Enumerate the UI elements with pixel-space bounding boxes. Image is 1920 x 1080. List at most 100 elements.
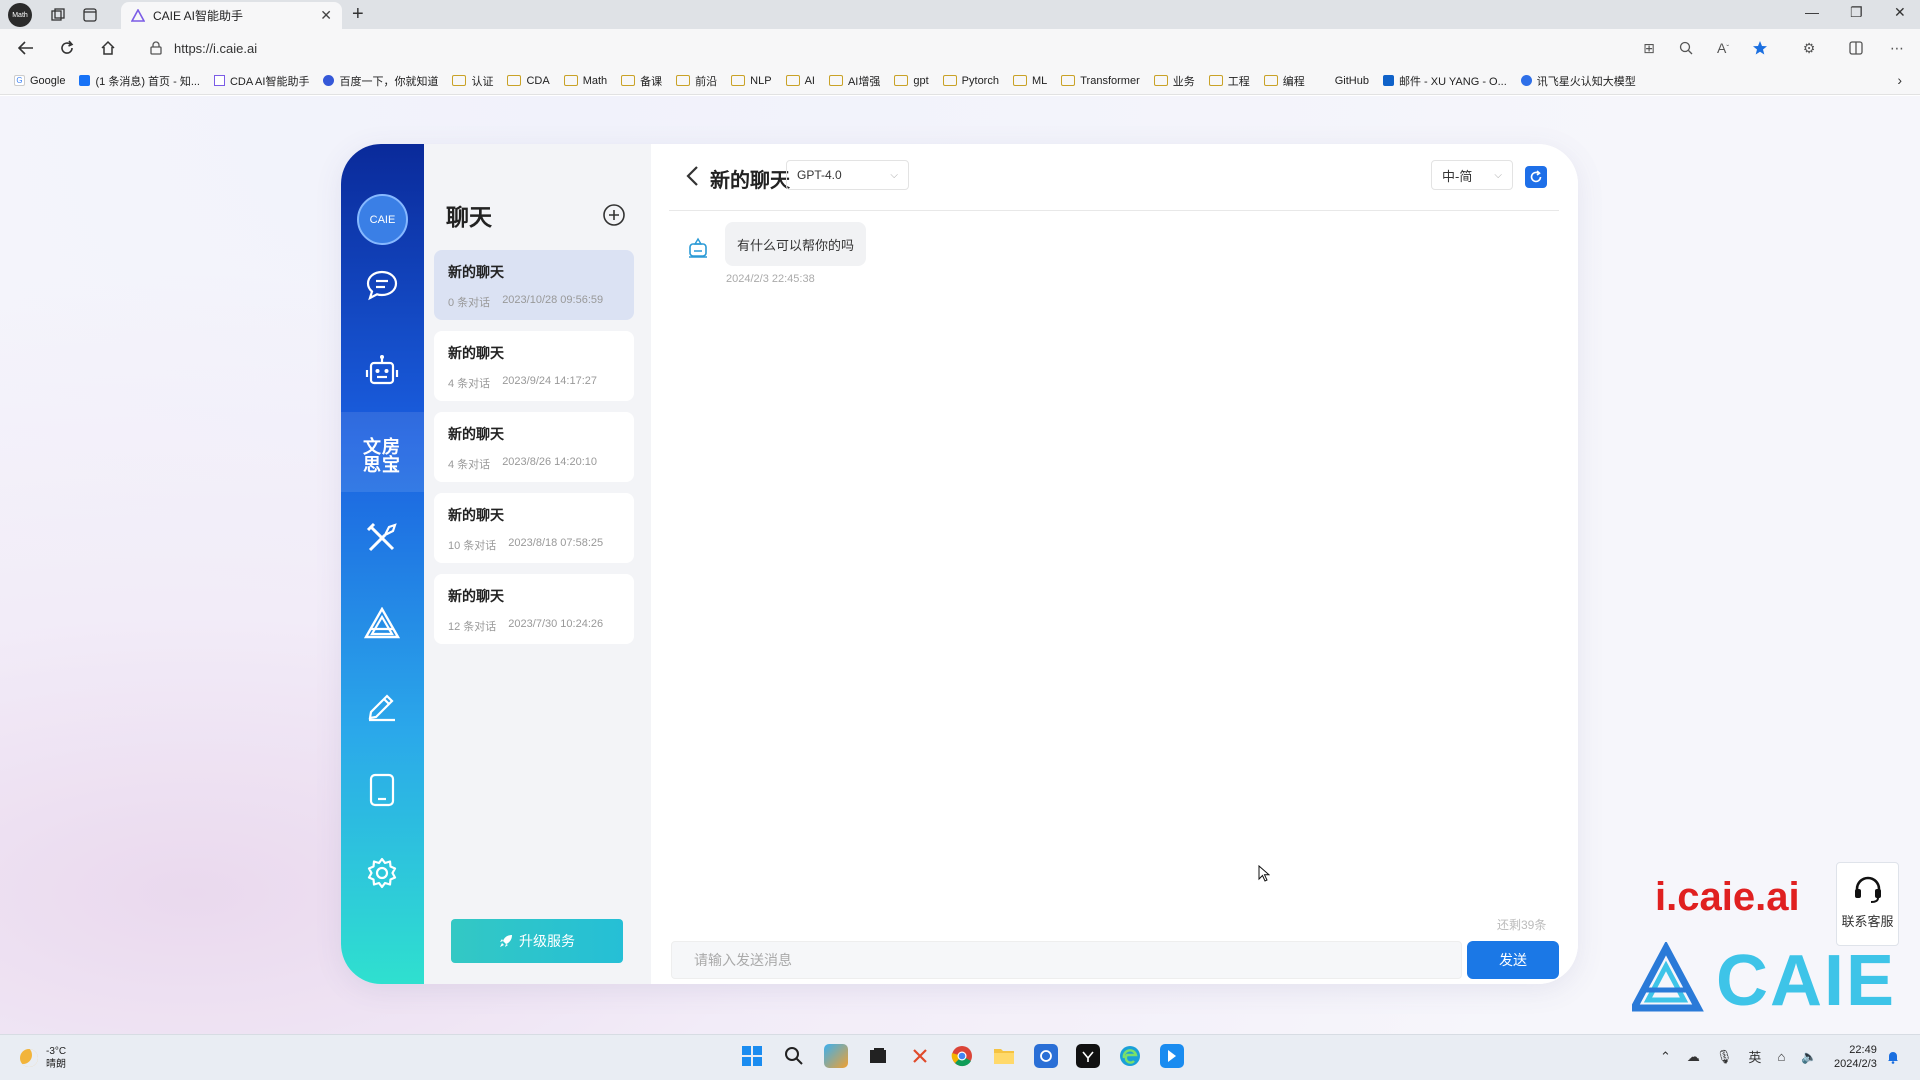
bookmark-item[interactable]: GitHub	[1318, 75, 1369, 87]
windows-start-icon[interactable]	[740, 1044, 764, 1068]
bookmarks-more-icon[interactable]: ›	[1897, 72, 1902, 88]
weather-widget[interactable]: -3°C 晴朗	[20, 1045, 66, 1071]
bookmark-item[interactable]: (1 条消息) 首页 - 知...	[79, 73, 200, 89]
bookmark-folder[interactable]: 工程	[1208, 73, 1250, 89]
bookmark-folder[interactable]: CDA	[507, 75, 550, 87]
bookmark-folder[interactable]: Pytorch	[942, 75, 999, 87]
tab-actions-icon[interactable]	[79, 4, 101, 26]
bookmark-folder[interactable]: 备课	[621, 73, 662, 89]
volume-icon[interactable]: 🔈	[1801, 1049, 1817, 1065]
search-icon[interactable]	[782, 1044, 806, 1068]
browser-tab[interactable]: CAIE AI智能助手 ✕	[121, 2, 342, 29]
robot-icon[interactable]	[363, 352, 401, 390]
bookmark-item[interactable]: 百度一下，你就知道	[323, 73, 438, 89]
bookmark-folder[interactable]: 认证	[452, 73, 493, 89]
restore-icon[interactable]: ❐	[1850, 4, 1863, 21]
chat-list-item-active[interactable]: 新的聊天 0 条对话 2023/10/28 09:56:59	[434, 250, 634, 320]
home-icon[interactable]	[98, 38, 118, 58]
send-button[interactable]: 发送	[1467, 941, 1559, 979]
task-view-icon[interactable]	[866, 1044, 890, 1068]
terminal-app-icon[interactable]	[1076, 1044, 1100, 1068]
network-icon[interactable]: ⌂	[1777, 1049, 1785, 1064]
settings-gear-icon[interactable]	[363, 854, 401, 892]
reload-icon[interactable]	[57, 38, 77, 58]
bookmark-folder[interactable]: Math	[563, 75, 607, 87]
window-close-icon[interactable]: ✕	[1894, 4, 1906, 21]
caie-logo-icon[interactable]	[363, 604, 401, 642]
pinned-app-icon[interactable]	[1160, 1044, 1184, 1068]
chat-list-item[interactable]: 新的聊天 10 条对话 2023/8/18 07:58:25	[434, 493, 634, 563]
file-explorer-icon[interactable]	[992, 1044, 1016, 1068]
tab-close-icon[interactable]: ✕	[320, 7, 332, 24]
folder-icon	[828, 75, 843, 86]
taskbar-clock[interactable]: 22:49 2024/2/3	[1834, 1043, 1877, 1071]
copilot-icon[interactable]	[824, 1044, 848, 1068]
bookmark-item[interactable]: CDA AI智能助手	[213, 73, 309, 89]
bookmark-folder[interactable]: AI	[785, 75, 815, 87]
ime-indicator[interactable]: 英	[1748, 1047, 1761, 1066]
bookmark-item[interactable]: 邮件 - XU YANG - O...	[1383, 73, 1507, 89]
bookmark-folder[interactable]: 业务	[1153, 73, 1195, 89]
message-timestamp: 2024/2/3 22:45:38	[726, 273, 815, 285]
chat-app: CAIE 文房 思宝 聊天 新的聊天 0 条对话 2023/10/28 09:5…	[341, 144, 1578, 984]
rocket-icon	[500, 935, 512, 947]
bookmark-folder[interactable]: gpt	[894, 75, 929, 87]
refresh-button[interactable]	[1525, 166, 1547, 188]
new-tab-button[interactable]: +	[352, 3, 364, 26]
chevron-left-icon[interactable]	[683, 164, 703, 188]
minimize-icon[interactable]: —	[1805, 4, 1819, 20]
mobile-icon[interactable]	[363, 771, 401, 809]
upgrade-service-button[interactable]: 升级服务	[451, 919, 623, 963]
mail-app-icon[interactable]	[1034, 1044, 1058, 1068]
snipping-tool-icon[interactable]	[908, 1044, 932, 1068]
split-screen-icon[interactable]	[1847, 39, 1865, 57]
folder-icon	[1061, 75, 1076, 86]
read-aloud-icon[interactable]: Aˇ	[1714, 39, 1732, 57]
bookmark-folder[interactable]: Transformer	[1061, 75, 1140, 87]
microphone-icon[interactable]: 🎙	[1716, 1049, 1733, 1065]
favorite-star-icon[interactable]	[1751, 39, 1769, 57]
more-menu-icon[interactable]: ⋯	[1888, 39, 1906, 57]
chat-list-item[interactable]: 新的聊天 4 条对话 2023/8/26 14:20:10	[434, 412, 634, 482]
bookmark-item[interactable]: 讯飞星火认知大模型	[1520, 73, 1636, 89]
model-select[interactable]: GPT-4.0 ⌵	[786, 160, 909, 190]
bookmark-item[interactable]: G Google	[14, 75, 65, 87]
tray-chevron-up-icon[interactable]: ⌃	[1660, 1049, 1671, 1065]
profile-button[interactable]: Math	[8, 3, 32, 27]
language-select[interactable]: 中-简 ⌵	[1431, 160, 1513, 190]
add-chat-icon[interactable]	[602, 203, 626, 227]
wenfang-sibao-icon[interactable]: 文房 思宝	[355, 436, 409, 476]
chat-header: 新的聊天 GPT-4.0 ⌵ 中-简 ⌵	[669, 144, 1559, 211]
avatar[interactable]: CAIE	[357, 194, 408, 245]
tab-title: CAIE AI智能助手	[153, 9, 244, 23]
edge-browser-icon[interactable]	[1118, 1044, 1142, 1068]
bookmark-folder[interactable]: AI增强	[828, 73, 880, 89]
tools-icon[interactable]	[363, 519, 401, 557]
chat-list-item[interactable]: 新的聊天 12 条对话 2023/7/30 10:24:26	[434, 574, 634, 644]
bookmark-folder[interactable]: ML	[1012, 75, 1047, 87]
chat-bubble-icon[interactable]	[363, 266, 401, 304]
chrome-icon[interactable]	[950, 1044, 974, 1068]
message-input[interactable]: 请输入发送消息	[671, 941, 1462, 979]
folder-icon	[1208, 75, 1223, 86]
folder-icon	[1153, 75, 1168, 86]
bookmark-folder[interactable]: 编程	[1263, 73, 1305, 89]
chevron-down-icon: ⌵	[1494, 169, 1502, 181]
bookmark-folder[interactable]: NLP	[731, 75, 772, 87]
brand-name-watermark: CAIE	[1716, 941, 1897, 1021]
folder-icon	[1263, 75, 1278, 86]
zoom-icon[interactable]	[1677, 39, 1695, 57]
bookmark-folder[interactable]: 前沿	[676, 73, 717, 89]
back-icon[interactable]	[16, 38, 36, 58]
extensions-icon[interactable]: ⚙	[1800, 39, 1818, 57]
notification-bell-icon[interactable]	[1886, 1050, 1900, 1064]
folder-icon	[452, 75, 467, 86]
customer-support-button[interactable]: 联系客服	[1836, 862, 1899, 946]
browser-tabbar: Math CAIE AI智能助手 ✕ + — ❐ ✕	[0, 0, 1920, 29]
url-field[interactable]: https://i.caie.ai	[150, 35, 1620, 61]
edit-pen-icon[interactable]	[363, 686, 401, 724]
chat-list-item[interactable]: 新的聊天 4 条对话 2023/9/24 14:17:27	[434, 331, 634, 401]
workspaces-icon[interactable]	[47, 4, 69, 26]
app-available-icon[interactable]: ⊞	[1640, 39, 1658, 57]
onedrive-cloud-icon[interactable]: ☁	[1687, 1049, 1700, 1065]
